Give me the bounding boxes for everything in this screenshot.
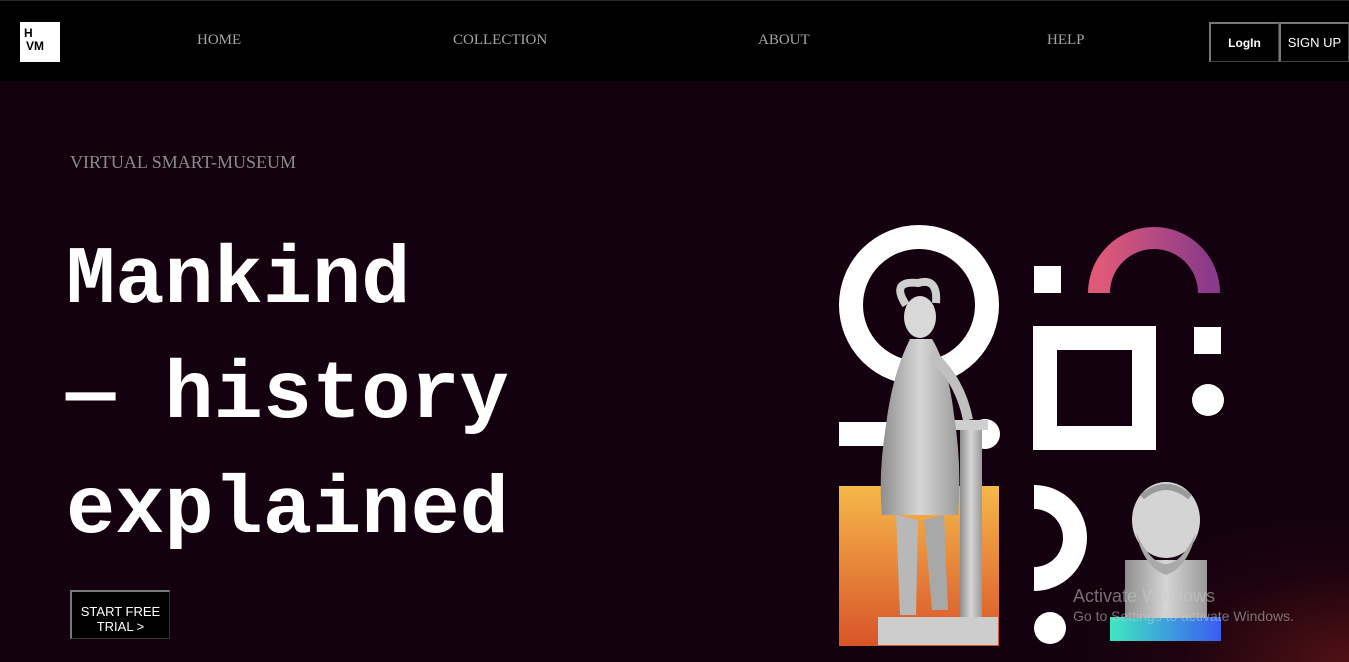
hero-headline-line-1: Mankind: [66, 234, 411, 327]
nav-link-help[interactable]: HELP: [1047, 32, 1085, 49]
hero-headline-line-3: explained: [66, 464, 509, 557]
activate-windows-watermark: Activate Windows Go to Settings to activ…: [1073, 585, 1294, 625]
logo[interactable]: H VM: [20, 22, 60, 62]
nav-link-home[interactable]: HOME: [197, 32, 241, 49]
nav-link-about[interactable]: ABOUT: [758, 32, 810, 49]
watermark-title: Activate Windows: [1073, 586, 1216, 606]
login-button[interactable]: LogIn: [1209, 22, 1279, 62]
cta-line-2: TRIAL >: [96, 619, 145, 634]
start-free-trial-button[interactable]: START FREE TRIAL >: [70, 590, 170, 639]
nav-link-collection[interactable]: COLLECTION: [453, 32, 547, 49]
hero-tagline: VIRTUAL SMART-MUSEUM: [70, 152, 297, 172]
half-circle-shape: [1034, 485, 1087, 591]
pink-arc-shape: [1088, 227, 1220, 294]
signup-button[interactable]: SIGN UP: [1279, 22, 1349, 62]
watermark-subtitle: Go to Settings to activate Windows.: [1073, 608, 1294, 624]
white-dot-shape: [1034, 612, 1066, 644]
logo-line-2: VM: [26, 39, 44, 53]
white-dot-shape: [1192, 384, 1224, 416]
navbar: H VM HOME COLLECTION ABOUT HELP LogIn SI…: [0, 0, 1349, 81]
hollow-square-shape: [1033, 326, 1156, 450]
hero-headline-line-2: — history: [66, 349, 509, 442]
small-square-shape: [1034, 266, 1061, 293]
cta-line-1: START FREE: [80, 604, 161, 619]
small-square-shape: [1194, 327, 1221, 354]
